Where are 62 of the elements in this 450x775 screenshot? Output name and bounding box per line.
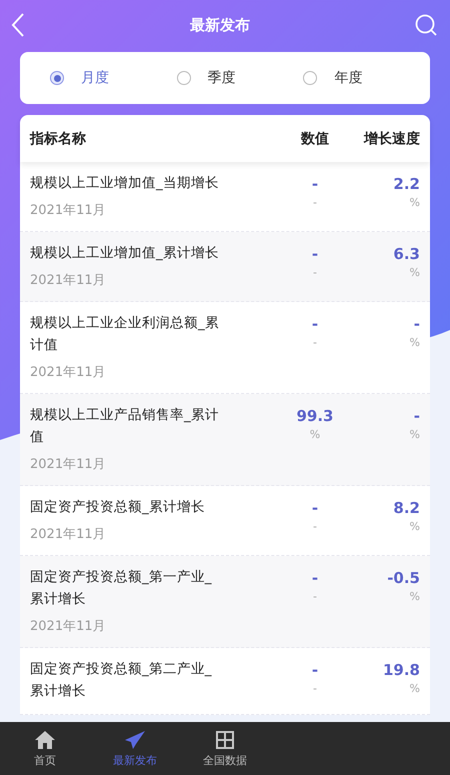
value-unit: - bbox=[312, 196, 318, 209]
period-radio[interactable]: 月度 bbox=[50, 69, 177, 87]
indicator-date: 2021年11月 bbox=[30, 526, 107, 543]
value-unit: % bbox=[308, 428, 322, 441]
value-text: - bbox=[310, 314, 320, 334]
value-text: 99.3 bbox=[295, 406, 334, 426]
table-row[interactable]: 固定资产投资总额_第一产业_累计增长 2021年11月 - - -0.5 % bbox=[20, 556, 430, 648]
growth-text: 8.2 bbox=[392, 498, 420, 518]
growth-text: -0.5 bbox=[386, 568, 420, 588]
growth-unit: % bbox=[408, 196, 420, 209]
indicator-name: 固定资产投资总额_累计增长 bbox=[30, 498, 206, 517]
indicator-date: 2021年11月 bbox=[30, 272, 107, 289]
growth-text: 6.3 bbox=[392, 244, 420, 264]
growth-unit: % bbox=[408, 336, 420, 349]
value-unit: - bbox=[312, 266, 318, 279]
value-text: - bbox=[310, 174, 320, 194]
indicator-name: 规模以上工业增加值_累计增长 bbox=[30, 244, 220, 263]
indicator-date: 2021年11月 bbox=[30, 456, 107, 473]
column-header: 增长速度 bbox=[362, 130, 420, 148]
table-row[interactable]: 固定资产投资总额_第二产业_累计增长 - - 19.8 % bbox=[20, 648, 430, 715]
growth-unit: % bbox=[408, 266, 420, 279]
growth-text: - bbox=[412, 406, 420, 426]
indicator-name: 规模以上工业增加值_当期增长 bbox=[30, 174, 220, 193]
value-text: - bbox=[310, 660, 320, 680]
value-unit: - bbox=[312, 590, 318, 603]
tab-item[interactable]: 全国数据 bbox=[180, 722, 270, 775]
value-text: - bbox=[310, 568, 320, 588]
growth-text: 2.2 bbox=[392, 174, 420, 194]
search-icon[interactable] bbox=[414, 13, 438, 37]
indicator-name: 规模以上工业企业利润总额_累计值 bbox=[30, 314, 220, 355]
indicator-date: 2021年11月 bbox=[30, 202, 107, 219]
tab-item[interactable]: 首页 bbox=[0, 722, 90, 775]
growth-unit: % bbox=[408, 590, 420, 603]
value-unit: - bbox=[312, 682, 318, 695]
value-text: - bbox=[310, 498, 320, 518]
period-radio[interactable]: 年度 bbox=[303, 69, 430, 87]
period-radio[interactable]: 季度 bbox=[176, 69, 304, 87]
growth-unit: % bbox=[408, 682, 420, 695]
paper-plane-icon bbox=[124, 730, 146, 750]
growth-unit: % bbox=[408, 428, 420, 441]
indicator-name: 规模以上工业产品销售率_累计值 bbox=[30, 406, 220, 447]
growth-text: - bbox=[412, 314, 420, 334]
home-icon bbox=[34, 730, 56, 750]
value-unit: - bbox=[312, 336, 318, 349]
indicator-date: 2021年11月 bbox=[30, 618, 107, 635]
column-header: 数值 bbox=[300, 130, 330, 148]
value-unit: - bbox=[312, 520, 318, 533]
back-icon[interactable] bbox=[10, 12, 26, 38]
table-row[interactable]: 固定资产投资总额_累计增长 2021年11月 - - 8.2 % bbox=[20, 486, 430, 556]
indicator-name: 固定资产投资总额_第二产业_累计增长 bbox=[30, 660, 213, 701]
value-text: - bbox=[310, 244, 320, 264]
indicator-date: 2021年11月 bbox=[30, 364, 107, 381]
table-row[interactable]: 规模以上工业产品销售率_累计值 2021年11月 99.3 % - % bbox=[20, 394, 430, 486]
table-row[interactable]: 规模以上工业增加值_当期增长 2021年11月 - - 2.2 % bbox=[20, 162, 430, 232]
table-row[interactable]: 规模以上工业增加值_累计增长 2021年11月 - - 6.3 % bbox=[20, 232, 430, 302]
table-row[interactable]: 规模以上工业企业利润总额_累计值 2021年11月 - - - % bbox=[20, 302, 430, 394]
growth-text: 19.8 bbox=[382, 660, 420, 680]
page-title: 最新发布 bbox=[190, 16, 250, 34]
grid-icon bbox=[215, 730, 235, 750]
growth-unit: % bbox=[408, 520, 420, 533]
indicator-name: 固定资产投资总额_第一产业_累计增长 bbox=[30, 568, 213, 609]
column-header: 指标名称 bbox=[30, 130, 87, 148]
